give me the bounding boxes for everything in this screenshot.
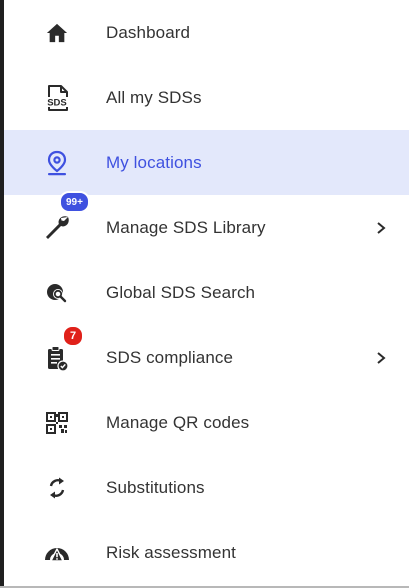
chevron-right-icon[interactable]: [374, 221, 388, 235]
nav-item-label: Global SDS Search: [106, 282, 256, 302]
nav-item-label: My locations: [106, 152, 202, 172]
substitution-arrows-icon: [41, 472, 73, 504]
nav-item-my-locations[interactable]: My locations: [4, 130, 409, 195]
svg-text:SDS: SDS: [47, 97, 67, 108]
nav-item-manage-qr-codes[interactable]: Manage QR codes: [4, 390, 409, 455]
location-pin-icon: [41, 147, 73, 179]
nav-item-label: SDS compliance: [106, 347, 234, 367]
nav-item-label: Risk assessment: [106, 542, 236, 562]
sds-document-icon: SDS: [41, 82, 73, 114]
wrench-icon: [41, 212, 73, 244]
home-icon: [41, 17, 73, 49]
nav-item-dashboard[interactable]: Dashboard: [4, 0, 409, 65]
globe-search-icon: [41, 277, 73, 309]
qr-code-icon: [41, 407, 73, 439]
nav-item-manage-sds-library[interactable]: 99+ Manage SDS Library: [4, 191, 409, 260]
nav-item-label: Manage SDS Library: [106, 217, 266, 237]
nav-item-label: Substitutions: [106, 477, 205, 497]
nav-item-all-my-sdss[interactable]: SDS All my SDSs: [4, 65, 409, 130]
nav-item-global-sds-search[interactable]: Global SDS Search: [4, 260, 409, 325]
risk-gauge-icon: [41, 537, 73, 569]
notification-badge: 99+: [59, 191, 90, 213]
nav-item-risk-assessment[interactable]: Risk assessment: [4, 520, 409, 585]
chevron-right-icon[interactable]: [374, 351, 388, 365]
nav-item-label: Manage QR codes: [106, 412, 250, 432]
nav-item-sds-compliance[interactable]: 7 SDS compliance: [4, 325, 409, 390]
nav-item-label: Dashboard: [106, 22, 191, 42]
notification-badge: 7: [62, 325, 84, 347]
nav-item-substitutions[interactable]: Substitutions: [4, 455, 409, 520]
sidebar-nav: Dashboard SDS All my SDSs My locations 9…: [4, 0, 409, 585]
nav-item-label: All my SDSs: [106, 87, 202, 107]
